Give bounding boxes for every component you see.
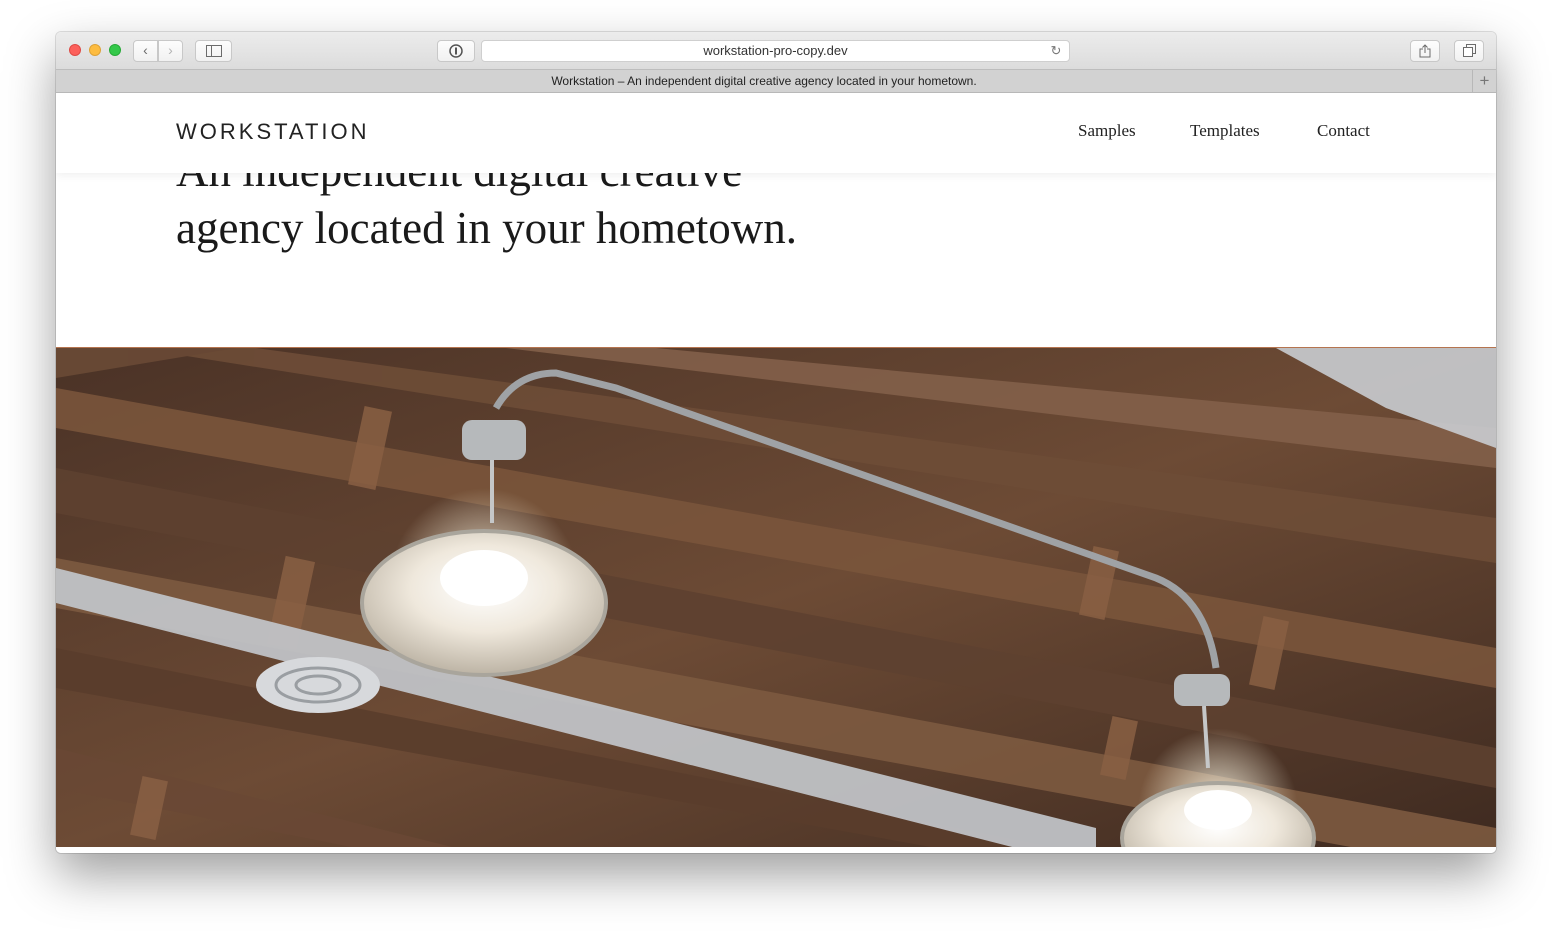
browser-window: ‹ › workstation-pro-copy.dev ↻ Workstati… [56,32,1496,853]
minimize-window-button[interactable] [89,44,101,56]
site-logo[interactable]: WORKSTATION [176,119,370,145]
info-circle-icon [449,44,463,58]
url-text: workstation-pro-copy.dev [703,43,848,58]
reload-icon[interactable]: ↻ [1049,41,1063,61]
tab-bar: Workstation – An independent digital cre… [56,69,1496,93]
close-window-button[interactable] [69,44,81,56]
tabs-icon [1462,44,1476,57]
chevron-left-icon: ‹ [143,42,148,58]
new-tab-button[interactable]: + [1472,70,1496,92]
site-header: WORKSTATION Samples Templates Contact [56,93,1496,173]
nav-samples-link[interactable]: Samples [1078,121,1136,141]
ceiling-photo [56,348,1496,847]
hero-image [56,347,1496,847]
sidebar-icon [205,45,222,57]
nav-templates-link[interactable]: Templates [1190,121,1260,141]
password-manager-button[interactable] [437,40,475,62]
forward-button[interactable]: › [158,40,183,62]
address-bar[interactable]: workstation-pro-copy.dev ↻ [481,40,1070,62]
share-button[interactable] [1410,40,1440,62]
chevron-right-icon: › [168,42,173,58]
hero-line-2: agency located in your hometown. [176,203,798,253]
browser-toolbar: ‹ › workstation-pro-copy.dev ↻ [56,32,1496,69]
nav-contact-link[interactable]: Contact [1317,121,1370,141]
web-page: An independent digital creative agency l… [56,93,1496,853]
zoom-window-button[interactable] [109,44,121,56]
tab-overview-button[interactable] [1454,40,1484,62]
share-icon [1419,44,1431,58]
active-tab[interactable]: Workstation – An independent digital cre… [56,70,1472,92]
back-button[interactable]: ‹ [133,40,158,62]
sidebar-toggle-button[interactable] [195,40,232,62]
